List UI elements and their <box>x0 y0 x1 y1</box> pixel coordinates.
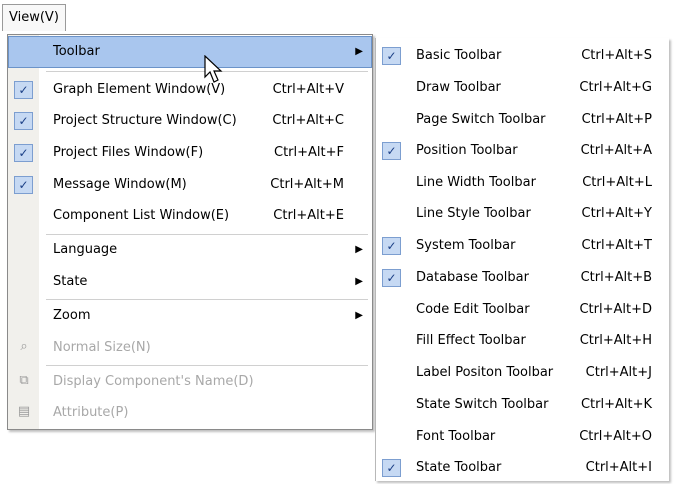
submenu-item-shortcut: Ctrl+Alt+P <box>581 112 652 127</box>
submenu-item-fill-effect-toolbar[interactable]: Fill Effect Toolbar Ctrl+Alt+H <box>376 325 669 357</box>
menu-item-shortcut: Ctrl+Alt+M <box>270 177 344 192</box>
checkmark-icon: ✓ <box>14 112 33 130</box>
menu-item-state[interactable]: State ▶ <box>8 266 372 298</box>
view-menu-button[interactable]: View(V) <box>2 4 66 31</box>
menu-item-project-files-window[interactable]: ✓ Project Files Window(F) Ctrl+Alt+F <box>8 137 372 169</box>
submenu-item-shortcut: Ctrl+Alt+I <box>585 460 652 475</box>
menu-item-label: Display Component's Name(D) <box>53 374 254 389</box>
checkmark-icon: ✓ <box>382 47 401 65</box>
submenu-arrow-icon: ▶ <box>355 310 363 321</box>
submenu-item-shortcut: Ctrl+Alt+K <box>580 397 652 412</box>
checkmark-icon: ✓ <box>14 144 33 162</box>
menu-item-label: Project Structure Window(C) <box>53 113 237 128</box>
menu-item-zoom[interactable]: Zoom ▶ <box>8 300 372 332</box>
checkmark-icon: ✓ <box>14 176 33 194</box>
component-name-icon: ⧉ <box>19 373 29 388</box>
zoom-icon: ⌕ <box>20 339 28 354</box>
menu-item-label: Language <box>53 242 118 257</box>
menu-item-graph-element-window[interactable]: ✓ Graph Element Window(V) Ctrl+Alt+V <box>8 74 372 106</box>
submenu-arrow-icon: ▶ <box>355 276 363 287</box>
menu-item-attribute[interactable]: ▤ Attribute(P) <box>8 397 372 429</box>
menu-item-label: State <box>53 274 88 289</box>
submenu-item-shortcut: Ctrl+Alt+T <box>581 238 652 253</box>
submenu-item-label: Line Style Toolbar <box>416 206 531 221</box>
menu-item-message-window[interactable]: ✓ Message Window(M) Ctrl+Alt+M <box>8 169 372 201</box>
menu-item-shortcut: Ctrl+Alt+E <box>273 208 344 223</box>
submenu-item-line-style-toolbar[interactable]: Line Style Toolbar Ctrl+Alt+Y <box>376 198 669 230</box>
submenu-item-database-toolbar[interactable]: ✓ Database Toolbar Ctrl+Alt+B <box>376 262 669 294</box>
menu-item-label: Normal Size(N) <box>53 340 151 355</box>
submenu-item-label: Page Switch Toolbar <box>416 112 546 127</box>
submenu-item-label: Code Edit Toolbar <box>416 302 530 317</box>
toolbar-submenu: ✓ Basic Toolbar Ctrl+Alt+S Draw Toolbar … <box>375 38 669 481</box>
submenu-item-shortcut: Ctrl+Alt+Y <box>581 206 652 221</box>
submenu-item-shortcut: Ctrl+Alt+B <box>580 270 652 285</box>
submenu-item-shortcut: Ctrl+Alt+J <box>585 365 652 380</box>
submenu-item-basic-toolbar[interactable]: ✓ Basic Toolbar Ctrl+Alt+S <box>376 40 669 72</box>
mouse-pointer-icon <box>204 55 223 83</box>
submenu-item-label: Draw Toolbar <box>416 80 501 95</box>
menu-item-shortcut: Ctrl+Alt+V <box>272 82 344 97</box>
checkmark-icon: ✓ <box>382 459 401 477</box>
menu-item-component-list-window[interactable]: Component List Window(E) Ctrl+Alt+E <box>8 200 372 232</box>
attribute-icon: ▤ <box>17 404 31 419</box>
checkmark-icon: ✓ <box>382 142 401 160</box>
submenu-item-label: Database Toolbar <box>416 270 529 285</box>
submenu-item-label-position-toolbar[interactable]: Label Positon Toolbar Ctrl+Alt+J <box>376 357 669 389</box>
submenu-item-label: State Switch Toolbar <box>416 397 549 412</box>
submenu-arrow-icon: ▶ <box>355 244 363 255</box>
submenu-item-position-toolbar[interactable]: ✓ Position Toolbar Ctrl+Alt+A <box>376 135 669 167</box>
checkmark-icon: ✓ <box>382 269 401 287</box>
submenu-item-state-toolbar[interactable]: ✓ State Toolbar Ctrl+Alt+I <box>376 452 669 484</box>
menu-item-project-structure-window[interactable]: ✓ Project Structure Window(C) Ctrl+Alt+C <box>8 105 372 137</box>
menu-item-label: Attribute(P) <box>53 405 129 420</box>
menu-item-label: Message Window(M) <box>53 177 187 192</box>
submenu-item-shortcut: Ctrl+Alt+A <box>580 143 652 158</box>
submenu-item-label: Line Width Toolbar <box>416 175 536 190</box>
checkmark-icon: ✓ <box>14 81 33 99</box>
submenu-arrow-icon: ▶ <box>355 46 363 57</box>
submenu-item-label: System Toolbar <box>416 238 516 253</box>
submenu-item-state-switch-toolbar[interactable]: State Switch Toolbar Ctrl+Alt+K <box>376 389 669 421</box>
submenu-item-shortcut: Ctrl+Alt+D <box>579 302 652 317</box>
menu-item-language[interactable]: Language ▶ <box>8 234 372 266</box>
submenu-item-system-toolbar[interactable]: ✓ System Toolbar Ctrl+Alt+T <box>376 230 669 262</box>
submenu-item-label: Font Toolbar <box>416 429 496 444</box>
menu-item-toolbar[interactable]: Toolbar ▶ <box>8 36 372 68</box>
submenu-item-label: Label Positon Toolbar <box>416 365 554 380</box>
submenu-item-shortcut: Ctrl+Alt+O <box>579 429 652 444</box>
submenu-item-label: Basic Toolbar <box>416 48 502 63</box>
menu-item-label: Project Files Window(F) <box>53 145 204 160</box>
view-menu: Toolbar ▶ ✓ Graph Element Window(V) Ctrl… <box>7 34 373 430</box>
menu-item-label: Zoom <box>53 308 91 323</box>
submenu-item-shortcut: Ctrl+Alt+L <box>582 175 652 190</box>
submenu-item-shortcut: Ctrl+Alt+S <box>581 48 652 63</box>
menu-item-label: Graph Element Window(V) <box>53 82 226 97</box>
submenu-item-page-switch-toolbar[interactable]: Page Switch Toolbar Ctrl+Alt+P <box>376 104 669 136</box>
submenu-item-line-width-toolbar[interactable]: Line Width Toolbar Ctrl+Alt+L <box>376 167 669 199</box>
menu-item-label: Component List Window(E) <box>53 208 230 223</box>
menu-bar: View(V) <box>0 0 676 35</box>
submenu-item-draw-toolbar[interactable]: Draw Toolbar Ctrl+Alt+G <box>376 72 669 104</box>
menu-item-display-component-name[interactable]: ⧉ Display Component's Name(D) <box>8 366 372 398</box>
menu-item-normal-size[interactable]: ⌕ Normal Size(N) <box>8 332 372 364</box>
menu-item-label: Toolbar <box>53 44 100 59</box>
menu-item-shortcut: Ctrl+Alt+F <box>274 145 344 160</box>
submenu-item-label: Fill Effect Toolbar <box>416 333 526 348</box>
submenu-item-shortcut: Ctrl+Alt+H <box>579 333 652 348</box>
submenu-item-label: State Toolbar <box>416 460 502 475</box>
menu-item-shortcut: Ctrl+Alt+C <box>272 113 344 128</box>
submenu-item-font-toolbar[interactable]: Font Toolbar Ctrl+Alt+O <box>376 421 669 453</box>
checkmark-icon: ✓ <box>382 237 401 255</box>
submenu-item-shortcut: Ctrl+Alt+G <box>579 80 652 95</box>
submenu-item-label: Position Toolbar <box>416 143 518 158</box>
submenu-item-code-edit-toolbar[interactable]: Code Edit Toolbar Ctrl+Alt+D <box>376 294 669 326</box>
